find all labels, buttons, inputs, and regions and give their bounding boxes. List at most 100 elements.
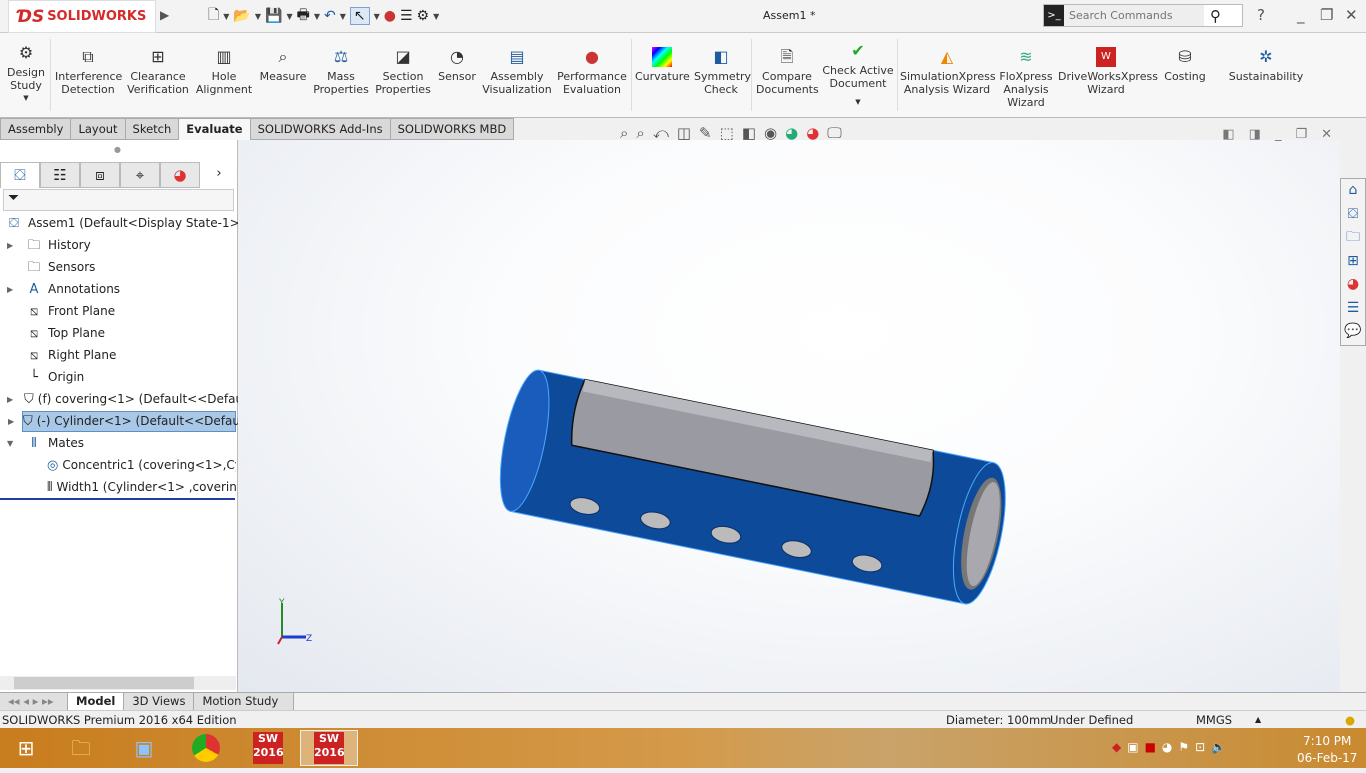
- design-study-button[interactable]: ⚙ Design Study ▼: [6, 43, 46, 105]
- tab-motion-study[interactable]: Motion Study 1: [194, 693, 295, 725]
- measure-button[interactable]: ⌕ Measure: [258, 47, 308, 83]
- volume-icon[interactable]: 🔈: [1211, 740, 1232, 754]
- chevron-down-icon[interactable]: ▼: [433, 12, 439, 21]
- help-button[interactable]: ?: [1257, 6, 1265, 24]
- chevron-down-icon[interactable]: ▼: [286, 12, 292, 21]
- appearances-icon[interactable]: ◕: [1341, 273, 1365, 297]
- home-icon[interactable]: ⌂: [1341, 179, 1365, 203]
- clock[interactable]: 7:10 PM 06-Feb-17: [1297, 733, 1357, 767]
- horizontal-scrollbar[interactable]: [0, 676, 236, 690]
- options-gear-icon[interactable]: ⚙: [417, 8, 430, 24]
- solidworks-2016-taskbar-icon[interactable]: SW 2016: [242, 730, 294, 766]
- expand-arrow-icon[interactable]: ▶: [7, 235, 13, 256]
- chevron-right-icon[interactable]: ›: [200, 162, 238, 188]
- tree-item-mates[interactable]: ▼ ⫴ Mates: [7, 433, 84, 454]
- tree-item-right-plane[interactable]: ⧅ Right Plane: [24, 345, 116, 366]
- compare-documents-button[interactable]: 🗎 Compare Documents: [756, 47, 819, 96]
- network-drive-icon[interactable]: ▣: [1127, 740, 1144, 754]
- expand-arrow-icon[interactable]: ▶: [7, 279, 13, 300]
- sensor-button[interactable]: ◔ Sensor: [436, 47, 478, 83]
- start-button-windows-icon[interactable]: ⊞: [0, 730, 52, 766]
- file-explorer-icon[interactable]: 🗀: [1341, 226, 1365, 250]
- chevron-down-icon[interactable]: ▼: [340, 12, 346, 21]
- simulationxpress-button[interactable]: ◭ SimulationXpress Analysis Wizard: [900, 47, 996, 96]
- display-manager-tab-icon[interactable]: ◕: [160, 162, 200, 188]
- chevron-up-icon[interactable]: ▲: [1255, 711, 1261, 729]
- expand-arrow-icon[interactable]: ▶: [8, 411, 14, 432]
- tree-item-cylinder[interactable]: ▶ ⛉ (-) Cylinder<1> (Default<<Default>: [8, 411, 258, 432]
- section-properties-button[interactable]: ◪ Section Properties: [374, 47, 432, 96]
- select-icon[interactable]: ↖: [349, 7, 370, 25]
- rollback-bar[interactable]: [0, 498, 235, 500]
- costing-button[interactable]: ⛁ Costing: [1160, 47, 1210, 83]
- tab-evaluate[interactable]: Evaluate: [179, 118, 251, 140]
- minimize-button[interactable]: _: [1297, 6, 1305, 24]
- propertymanager-tab-icon[interactable]: ☷: [40, 162, 80, 188]
- tab-mbd[interactable]: SOLIDWORKS MBD: [390, 118, 515, 140]
- system-tray-icons[interactable]: ◆▣■◕⚑⊡🔈: [1112, 740, 1232, 754]
- tree-root[interactable]: ⛋ Assem1 (Default<Display State-1>): [4, 213, 244, 234]
- chrome-icon[interactable]: [180, 730, 232, 766]
- open-icon[interactable]: 📂: [233, 8, 250, 24]
- control-panel-icon[interactable]: ▣: [118, 730, 170, 766]
- network-icon[interactable]: ⊡: [1195, 740, 1211, 754]
- tree-item-sensors[interactable]: 🗀 Sensors: [24, 257, 95, 278]
- solidworks-logo[interactable]: ƊS SOLIDWORKS: [8, 0, 156, 33]
- curvature-button[interactable]: Curvature: [635, 47, 690, 83]
- performance-evaluation-button[interactable]: ● Performance Evaluation: [556, 47, 628, 96]
- view-palette-icon[interactable]: ⊞: [1341, 250, 1365, 274]
- check-active-document-button[interactable]: ✔ Check Active Document ▼: [822, 41, 894, 109]
- restore-button[interactable]: ❐: [1320, 6, 1333, 24]
- file-explorer-icon[interactable]: 🗀: [55, 730, 107, 766]
- collapse-arrow-icon[interactable]: ▼: [7, 433, 13, 454]
- sw-resource-monitor-icon[interactable]: ◆: [1112, 740, 1127, 754]
- tab-sketch[interactable]: Sketch: [125, 118, 180, 140]
- file-properties-icon[interactable]: ☰: [400, 8, 413, 24]
- graphics-area[interactable]: ⌕ ⌕ ⤺ ◫ ✎ ⬚ ◧ ◉ ◕ ◕ 🖵 ◧ ◨ _ ❐ ✕ Y Z: [238, 124, 1340, 692]
- featuremanager-tab-icon[interactable]: ⛋: [0, 162, 40, 188]
- tips-icon[interactable]: ●: [1345, 711, 1355, 729]
- chevron-down-icon[interactable]: ▼: [255, 12, 261, 21]
- forum-icon[interactable]: 💬: [1341, 320, 1365, 344]
- driveworksxpress-button[interactable]: W DriveWorksXpress Wizard: [1058, 47, 1158, 96]
- print-icon[interactable]: 🖶: [297, 4, 310, 28]
- cylinder-assembly[interactable]: [491, 366, 1016, 608]
- clearance-verification-button[interactable]: ⊞ Clearance Verification: [126, 47, 190, 96]
- new-document-icon[interactable]: 🗋: [208, 4, 219, 28]
- expand-menu-icon[interactable]: ▶: [160, 8, 169, 22]
- tab-layout[interactable]: Layout: [71, 118, 126, 140]
- tree-item-top-plane[interactable]: ⧅ Top Plane: [24, 323, 105, 344]
- dimxpert-tab-icon[interactable]: ⌖: [120, 162, 160, 188]
- chevron-down-icon[interactable]: ▼: [314, 12, 320, 21]
- design-library-icon[interactable]: ⛋: [1341, 203, 1365, 227]
- interference-detection-button[interactable]: ⧉ Interference Detection: [55, 47, 122, 96]
- expand-arrow-icon[interactable]: ▶: [7, 389, 13, 410]
- mass-properties-button[interactable]: ⚖ Mass Properties: [312, 47, 370, 96]
- tree-item-origin[interactable]: └ Origin: [24, 367, 84, 388]
- solidworks-2016-active-taskbar-icon[interactable]: SW 2016: [300, 730, 358, 766]
- action-center-icon[interactable]: ⚑: [1178, 740, 1195, 754]
- chevron-down-icon[interactable]: ▼: [374, 12, 380, 21]
- assembly-visualization-button[interactable]: ▤ Assembly Visualization: [482, 47, 552, 96]
- units-selector[interactable]: MMGS: [1196, 711, 1232, 729]
- acrobat-icon[interactable]: ■: [1145, 740, 1162, 754]
- tree-item-history[interactable]: ▶ 🗀 History: [7, 235, 91, 256]
- tab-assembly[interactable]: Assembly: [0, 118, 72, 140]
- tab-scroll-arrows[interactable]: ◂◂ ◂ ▸ ▸▸: [0, 693, 68, 710]
- undo-icon[interactable]: ↶: [324, 8, 336, 24]
- chrome-tray-icon[interactable]: ◕: [1162, 740, 1178, 754]
- search-icon[interactable]: ⚲: [1210, 7, 1221, 25]
- hole-alignment-button[interactable]: ▥ Hole Alignment: [194, 47, 254, 96]
- tree-item-front-plane[interactable]: ⧅ Front Plane: [24, 301, 115, 322]
- tab-3d-views[interactable]: 3D Views: [124, 693, 195, 710]
- tree-item-covering[interactable]: ▶ ⛉ (f) covering<1> (Default<<Default>: [7, 389, 261, 410]
- custom-properties-icon[interactable]: ☰: [1341, 297, 1365, 321]
- panel-splitter-handle[interactable]: ●: [114, 145, 121, 154]
- tab-model[interactable]: Model: [68, 693, 125, 710]
- floxpress-button[interactable]: ≋ FloXpress Analysis Wizard: [998, 47, 1054, 109]
- rebuild-icon[interactable]: ●: [384, 8, 396, 24]
- tree-item-width1[interactable]: ⫴Width1 (Cylinder<1> ,covering<1>: [47, 477, 236, 498]
- close-button[interactable]: ✕: [1345, 6, 1358, 24]
- symmetry-check-button[interactable]: ◧ Symmetry Check: [694, 47, 751, 96]
- search-input[interactable]: [1064, 5, 1204, 26]
